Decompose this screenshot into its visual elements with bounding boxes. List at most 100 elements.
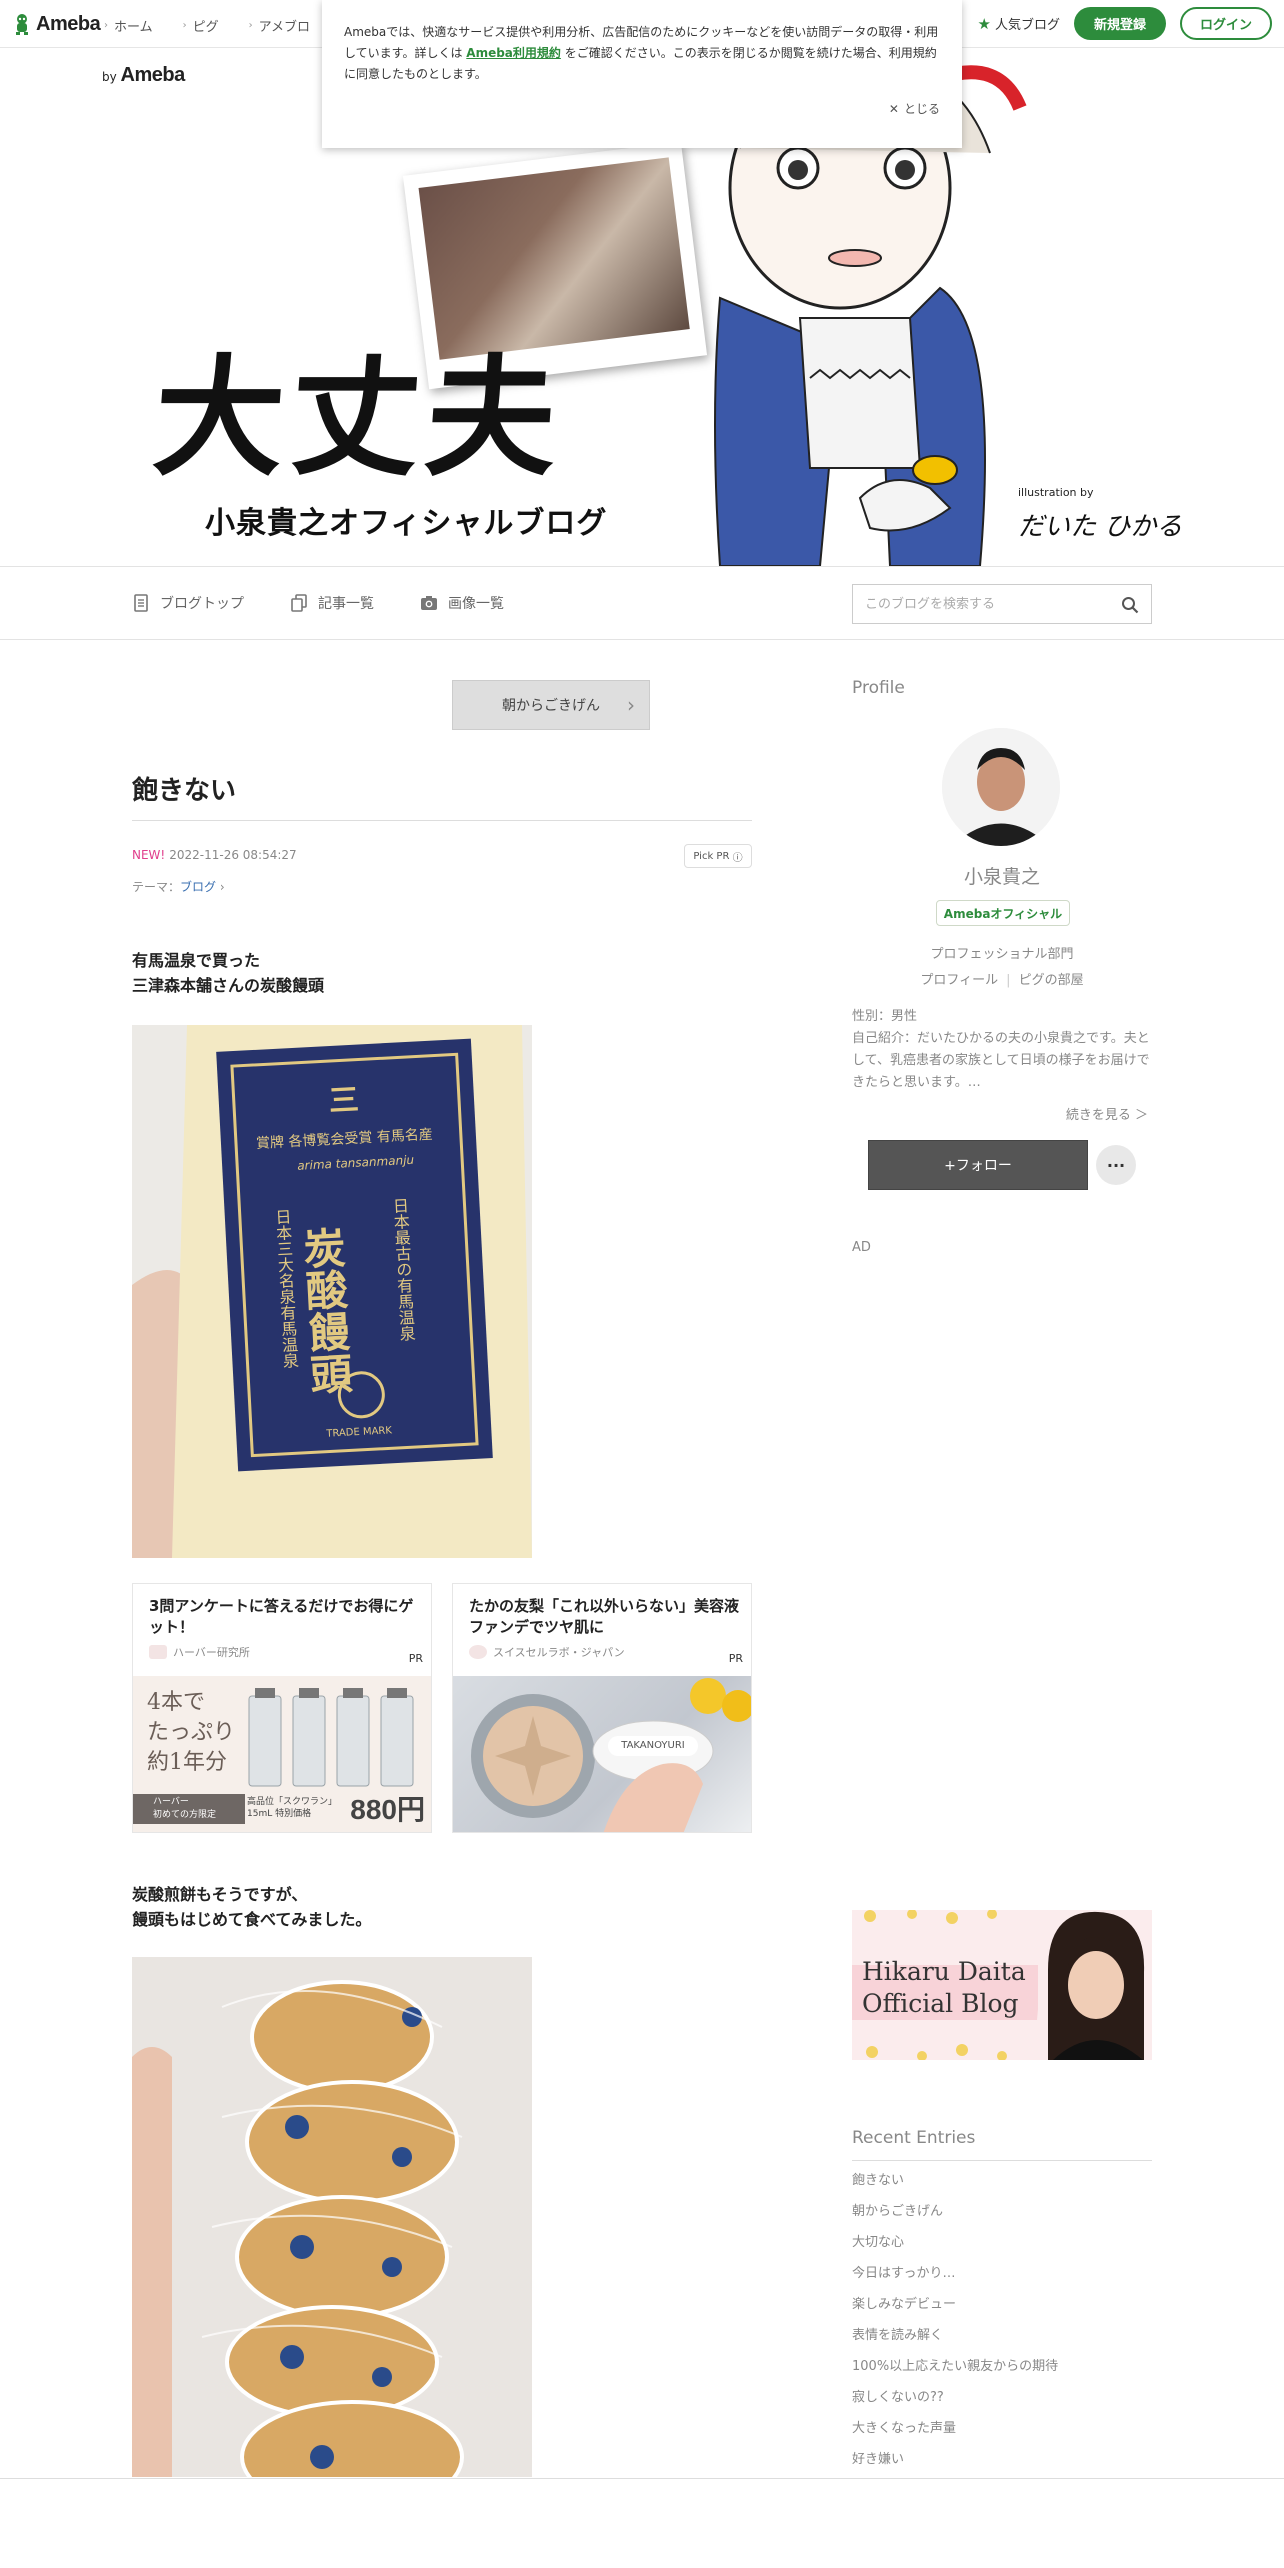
- sponsor-name: スイスセルラボ・ジャパン: [493, 1646, 625, 1659]
- manju-pieces-photo: [132, 1957, 532, 2477]
- profile-name[interactable]: 小泉貴之: [852, 862, 1152, 889]
- profile-link[interactable]: プロフィール: [920, 973, 998, 988]
- recent-entry-link[interactable]: 100%以上応えたい親友からの期待: [852, 2356, 1058, 2387]
- profile-text: 性別：男性 自己紹介：だいたひかるの夫の小泉貴之です。夫として、乳癌患者の家族と…: [852, 1006, 1152, 1094]
- chevron-right-icon: ›: [627, 693, 635, 717]
- ad-title: たかの友梨「これ以外いらない」美容液ファンデでツヤ肌に: [469, 1597, 740, 1636]
- new-badge: NEW!: [132, 848, 166, 862]
- manju-box-photo: 三 賞牌 各博覧会受賞 有馬名産 arima tansanmanju 炭酸饅頭 …: [132, 1025, 532, 1558]
- recent-entry-link[interactable]: 表情を読み解く: [852, 2325, 1058, 2356]
- blog-nav-items: ブログトップ 記事一覧 画像一覧: [132, 593, 504, 613]
- blog-nav-bar: ブログトップ 記事一覧 画像一覧: [0, 566, 1284, 640]
- ad-image: 4本で たっぷり 約1年分 ハーバー初めての方限定 高品位「スクワラン」 15mL…: [133, 1676, 431, 1832]
- ad-pr-label: PR: [728, 1652, 743, 1665]
- recent-entry-link[interactable]: 飽きない: [852, 2170, 1058, 2201]
- entry-paragraph-2: 炭酸煎餅もそうですが、 饅頭もはじめて食べてみました。: [132, 1882, 371, 1932]
- chevron-right-icon: ›: [219, 880, 225, 894]
- nav-label: ホーム: [114, 20, 153, 35]
- entry-meta: NEW! 2022-11-26 08:54:27: [132, 848, 297, 862]
- nav-image-list[interactable]: 画像一覧: [420, 593, 504, 613]
- paragraph-line: 有馬温泉で買った: [132, 951, 261, 970]
- popular-label: 人気ブログ: [994, 18, 1060, 33]
- nav-label: 画像一覧: [448, 596, 504, 612]
- sponsor-name: ハーバー研究所: [173, 1646, 250, 1659]
- ameba-mascot-icon: [16, 14, 28, 35]
- sponsor-logo-icon: [149, 1645, 167, 1659]
- box-mark: 三: [328, 1083, 360, 1120]
- chevron-right-icon: ›: [248, 20, 253, 31]
- follow-button[interactable]: +フォロー: [868, 1140, 1088, 1190]
- entry-photo-manju-box[interactable]: 三 賞牌 各博覧会受賞 有馬名産 arima tansanmanju 炭酸饅頭 …: [132, 1025, 532, 1558]
- illustrator-signature: だいた ひかる: [1018, 512, 1183, 542]
- info-icon: ⓘ: [732, 852, 743, 864]
- previous-entry-label: 朝からごきげん: [502, 698, 600, 714]
- pick-pr-button[interactable]: Pick PR ⓘ: [684, 844, 752, 868]
- terms-link[interactable]: Ameba利用規約: [466, 46, 561, 60]
- chevron-right-icon: ›: [104, 20, 108, 31]
- search-icon[interactable]: [1121, 596, 1139, 614]
- profile-category[interactable]: プロフェッショナル部門: [852, 943, 1152, 962]
- recent-entry-link[interactable]: 今日はすっかり…: [852, 2263, 1058, 2294]
- recent-entry-link[interactable]: 寂しくないの??: [852, 2387, 1058, 2418]
- ad-headline-line: たっぷり: [147, 1720, 236, 1745]
- cookie-close-button[interactable]: ✕ とじる: [889, 99, 940, 120]
- by-brand: Ameba: [120, 64, 186, 86]
- recent-entry-link[interactable]: 大きくなった声量: [852, 2418, 1058, 2449]
- register-button[interactable]: 新規登録: [1073, 7, 1166, 40]
- illustration-credit: illustration by: [1018, 486, 1094, 499]
- entry-datetime: 2022-11-26 08:54:27: [169, 848, 297, 862]
- crown-icon: ★: [977, 14, 991, 33]
- ad-sponsor: ハーバー研究所: [149, 1644, 250, 1660]
- by-ameba-mark: by Ameba: [102, 64, 185, 87]
- ad-sponsor: スイスセルラボ・ジャパン: [469, 1644, 625, 1660]
- offer-tag-line: 初めての方限定: [153, 1810, 217, 1820]
- document-icon: [134, 594, 148, 612]
- ad-label: AD: [852, 1240, 871, 1255]
- ad-image: TAKANOYURI: [453, 1676, 751, 1832]
- read-more-link[interactable]: 続きを見る ＞: [852, 1104, 1152, 1123]
- ameba-logo[interactable]: Ameba: [12, 12, 101, 36]
- nav-pig[interactable]: › ピグ: [183, 16, 219, 35]
- nav-home[interactable]: › ホーム: [104, 16, 153, 35]
- ad-headline: 4本で たっぷり 約1年分: [147, 1688, 235, 1778]
- profile-links: プロフィール | ピグの部屋: [852, 969, 1152, 988]
- nav-ameblo[interactable]: › アメブロ: [249, 16, 310, 35]
- offer-tag-line: ハーバー: [153, 1797, 189, 1807]
- banner-line: Hikaru Daita: [862, 1957, 1026, 1986]
- blog-subtitle: 小泉貴之オフィシャルブログ: [205, 506, 608, 541]
- recent-entry-link[interactable]: 大切な心: [852, 2232, 1058, 2263]
- profile-avatar[interactable]: [942, 728, 1060, 846]
- hikaru-daita-blog-banner[interactable]: Hikaru Daita Official Blog: [852, 1910, 1152, 2060]
- avatar-photo: [942, 728, 1060, 846]
- cookie-consent-banner: Amebaでは、快適なサービス提供や利用分析、広告配信のためにクッキーなどを使い…: [322, 0, 962, 148]
- nav-blog-top[interactable]: ブログトップ: [132, 593, 244, 613]
- recent-entry-link[interactable]: 好き嫌い: [852, 2449, 1058, 2480]
- recent-entry-link[interactable]: 朝からごきげん: [852, 2201, 1058, 2232]
- ad-card-takano[interactable]: たかの友梨「これ以外いらない」美容液ファンデでツヤ肌に スイスセルラボ・ジャパン…: [452, 1583, 752, 1833]
- theme-link[interactable]: ブログ: [180, 880, 216, 894]
- global-nav: › ホーム › ピグ › アメブロ: [104, 16, 310, 35]
- copy-icon: [291, 594, 307, 612]
- blog-search: [852, 584, 1152, 624]
- pig-room-link[interactable]: ピグの部屋: [1019, 973, 1084, 988]
- close-icon: ✕: [888, 102, 899, 116]
- entry-photo-manju-pieces[interactable]: [132, 1957, 532, 2477]
- profile-gender: 性別：男性: [852, 1009, 918, 1024]
- recent-entry-link[interactable]: 楽しみなデビュー: [852, 2294, 1058, 2325]
- profile-heading: Profile: [852, 678, 905, 698]
- ad-card-haba[interactable]: 3問アンケートに答えるだけでお得にゲット！ ハーバー研究所 PR 4本で たっぷ…: [132, 1583, 432, 1833]
- footer-divider: [0, 2478, 1284, 2479]
- ad-price: 880円: [350, 1794, 425, 1825]
- more-options-button[interactable]: ···: [1096, 1145, 1136, 1185]
- entry-paragraph-1: 有馬温泉で買った 三津森本舗さんの炭酸饅頭: [132, 948, 324, 998]
- pick-pr-label: Pick PR: [693, 850, 730, 862]
- popular-blog-link[interactable]: ★ 人気ブログ: [977, 14, 1060, 34]
- chevron-right-icon: ›: [182, 20, 187, 31]
- login-button[interactable]: ログイン: [1179, 7, 1272, 40]
- nav-entry-list[interactable]: 記事一覧: [290, 593, 374, 613]
- previous-entry-button[interactable]: 朝からごきげん ›: [452, 680, 650, 730]
- profile-intro: 自己紹介：だいたひかるの夫の小泉貴之です。夫として、乳癌患者の家族として日頃の様…: [852, 1031, 1150, 1090]
- ad-product-note: 高品位「スクワラン」 15mL 特別価格: [247, 1796, 337, 1820]
- blog-search-input[interactable]: [853, 585, 1103, 623]
- banner-line: Official Blog: [862, 1989, 1019, 2018]
